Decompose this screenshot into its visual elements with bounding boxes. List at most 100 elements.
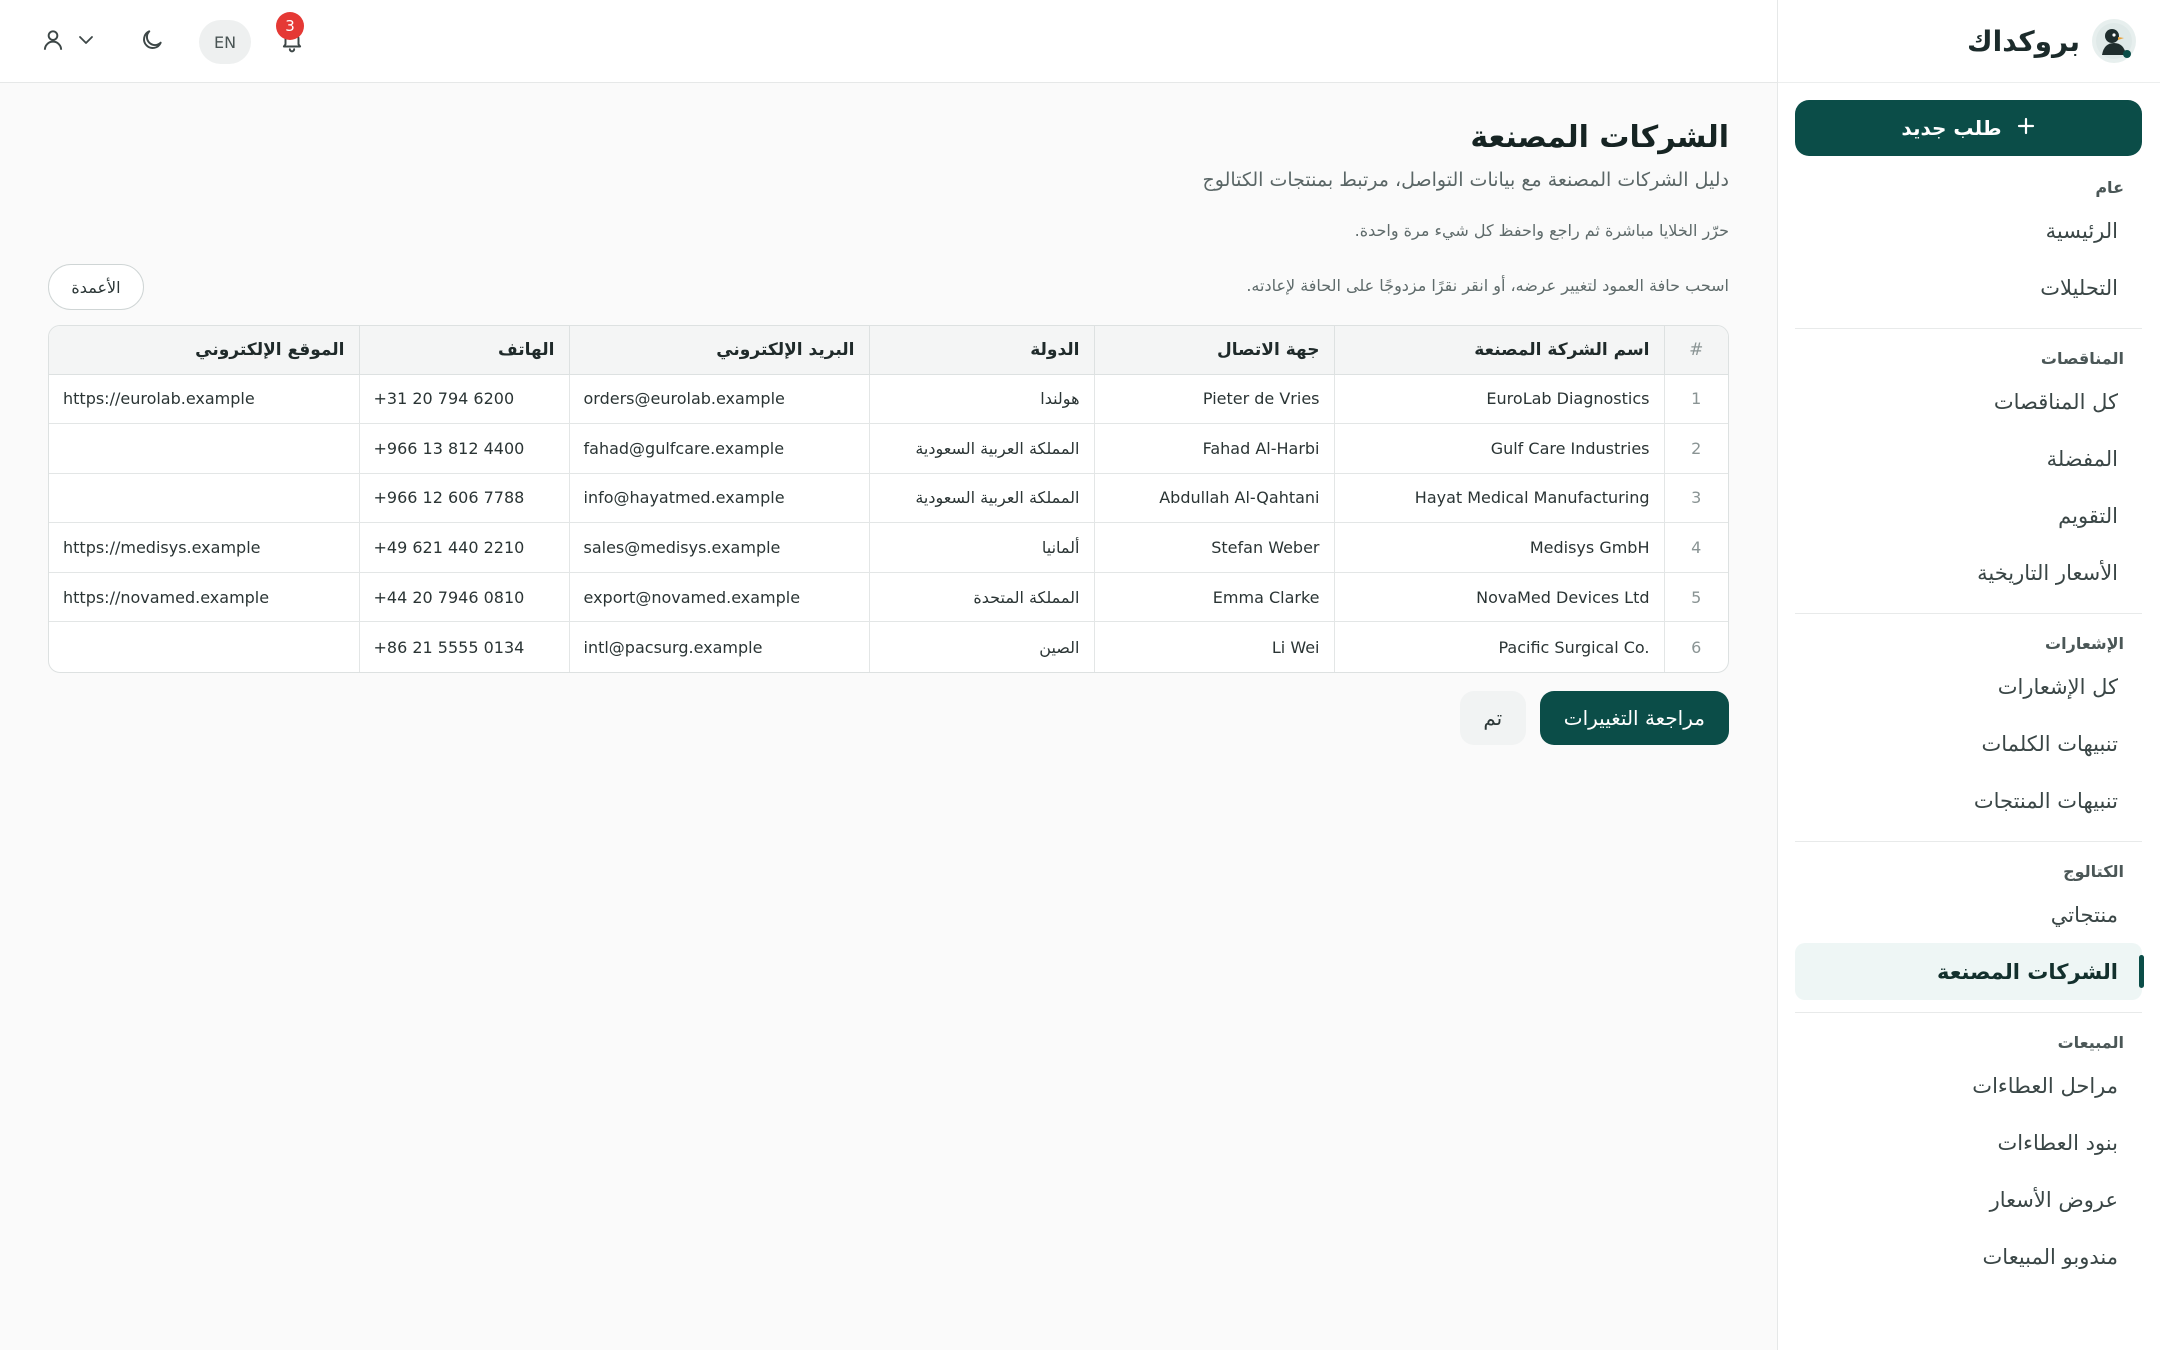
cell-name[interactable]: Gulf Care Industries xyxy=(1333,423,1664,474)
page-title: الشركات المصنعة xyxy=(1470,120,1729,155)
sidebar-item-manufacturers[interactable]: الشركات المصنعة xyxy=(1795,943,2144,1000)
user-menu[interactable] xyxy=(30,20,106,64)
cell-phone[interactable]: +31 20 794 6200 xyxy=(358,374,569,425)
cell-email[interactable]: info@hayatmed.example xyxy=(568,473,869,524)
cell-country[interactable]: ألمانيا xyxy=(868,522,1094,573)
brand[interactable]: بروكداك xyxy=(1778,0,2160,83)
nav-section-sales: المبيعات مراحل العطاءات بنود العطاءات عر… xyxy=(1795,1027,2142,1297)
row-index: 6 xyxy=(1663,621,1728,672)
cell-website[interactable]: https://eurolab.example xyxy=(49,374,359,425)
row-index: 5 xyxy=(1663,572,1728,623)
done-button[interactable]: تم xyxy=(1459,691,1526,745)
cell-contact[interactable]: Abdullah Al-Qahtani xyxy=(1093,473,1334,524)
column-header-phone[interactable]: الهاتف xyxy=(358,326,569,375)
cell-country[interactable]: هولندا xyxy=(868,374,1094,425)
cell-country[interactable]: المملكة العربية السعودية xyxy=(868,473,1094,524)
sidebar-item-quotes[interactable]: عروض الأسعار xyxy=(1795,1171,2142,1228)
nav-section-general: عام الرئيسية التحليلات xyxy=(1795,172,2142,329)
cell-email[interactable]: export@novamed.example xyxy=(568,572,869,623)
nav-section-title: الإشعارات xyxy=(2045,634,2124,653)
sidebar-item-bid-stages[interactable]: مراحل العطاءات xyxy=(1795,1057,2142,1114)
sidebar-item-product-alerts[interactable]: تنبيهات المنتجات xyxy=(1795,772,2142,829)
sidebar-item-analytics[interactable]: التحليلات xyxy=(1795,259,2142,316)
table-row: 4 Medisys GmbH Stefan Weber ألمانيا sale… xyxy=(49,522,1728,573)
cell-contact[interactable]: Pieter de Vries xyxy=(1093,374,1334,425)
plus-icon xyxy=(2016,116,2036,141)
nav-section-title: المناقصات xyxy=(2040,349,2124,368)
table-header-row: # اسم الشركة المصنعة جهة الاتصال الدولة … xyxy=(49,326,1728,375)
theme-toggle[interactable] xyxy=(130,20,174,64)
sidebar-item-historical-prices[interactable]: الأسعار التاريخية xyxy=(1795,544,2142,601)
sidebar-item-calendar[interactable]: التقويم xyxy=(1795,487,2142,544)
cell-email[interactable]: intl@pacsurg.example xyxy=(568,621,869,672)
sidebar-item-all-tenders[interactable]: كل المناقصات xyxy=(1795,373,2142,430)
cell-name[interactable]: EuroLab Diagnostics xyxy=(1333,374,1664,425)
column-header-name[interactable]: اسم الشركة المصنعة xyxy=(1333,326,1664,375)
cell-name[interactable]: Pacific Surgical Co. xyxy=(1333,621,1664,672)
column-header-contact[interactable]: جهة الاتصال xyxy=(1093,326,1334,375)
cell-contact[interactable]: Li Wei xyxy=(1093,621,1334,672)
column-header-website[interactable]: الموقع الإلكتروني xyxy=(49,326,359,375)
row-index: 2 xyxy=(1663,423,1728,474)
nav-section-title: المبيعات xyxy=(2057,1033,2124,1052)
cell-email[interactable]: orders@eurolab.example xyxy=(568,374,869,425)
cell-phone[interactable]: +44 20 7946 0810 xyxy=(358,572,569,623)
notification-count-badge: 3 xyxy=(276,12,304,40)
cell-website[interactable]: https://novamed.example xyxy=(49,572,359,623)
cell-country[interactable]: المملكة المتحدة xyxy=(868,572,1094,623)
cell-website[interactable] xyxy=(49,473,359,524)
cell-phone[interactable]: +49 621 440 2210 xyxy=(358,522,569,573)
cell-email[interactable]: fahad@gulfcare.example xyxy=(568,423,869,474)
chevron-down-icon xyxy=(76,30,96,54)
moon-icon xyxy=(139,27,165,57)
table-row: 3 Hayat Medical Manufacturing Abdullah A… xyxy=(49,473,1728,524)
cell-name[interactable]: Medisys GmbH xyxy=(1333,522,1664,573)
table-row: 6 Pacific Surgical Co. Li Wei الصين intl… xyxy=(49,621,1728,672)
row-index: 3 xyxy=(1663,473,1728,524)
table-row: 2 Gulf Care Industries Fahad Al-Harbi ال… xyxy=(49,423,1728,474)
cell-phone[interactable]: +86 21 5555 0134 xyxy=(358,621,569,672)
cell-phone[interactable]: +966 13 812 4400 xyxy=(358,423,569,474)
nav-section-title: عام xyxy=(2095,178,2124,197)
sidebar-item-home[interactable]: الرئيسية xyxy=(1795,202,2142,259)
sidebar-item-favorites[interactable]: المفضلة xyxy=(1795,430,2142,487)
cell-contact[interactable]: Emma Clarke xyxy=(1093,572,1334,623)
cell-contact[interactable]: Fahad Al-Harbi xyxy=(1093,423,1334,474)
columns-button[interactable]: الأعمدة xyxy=(48,264,144,310)
nav-section-catalog: الكتالوج منتجاتي الشركات المصنعة xyxy=(1795,856,2144,1013)
cell-name[interactable]: NovaMed Devices Ltd xyxy=(1333,572,1664,623)
topbar: 3 EN xyxy=(0,0,1777,83)
language-toggle[interactable]: EN xyxy=(199,20,251,64)
cell-website[interactable] xyxy=(49,622,359,672)
sidebar-item-my-products[interactable]: منتجاتي xyxy=(1795,886,2142,943)
sidebar-item-bid-items[interactable]: بنود العطاءات xyxy=(1795,1114,2142,1171)
row-index: 4 xyxy=(1663,522,1728,573)
new-request-label: طلب جديد xyxy=(1901,116,2002,140)
notifications-button[interactable]: 3 xyxy=(270,12,314,64)
new-request-button[interactable]: طلب جديد xyxy=(1795,100,2142,156)
cell-country[interactable]: المملكة العربية السعودية xyxy=(868,423,1094,474)
sidebar-item-sales-reps[interactable]: مندوبو المبيعات xyxy=(1795,1228,2142,1285)
column-header-email[interactable]: البريد الإلكتروني xyxy=(568,326,869,375)
manufacturers-table: # اسم الشركة المصنعة جهة الاتصال الدولة … xyxy=(48,325,1729,673)
cell-website[interactable] xyxy=(49,423,359,474)
review-changes-button[interactable]: مراجعة التغييرات xyxy=(1539,691,1729,745)
page-subtitle: دليل الشركات المصنعة مع بيانات التواصل، … xyxy=(1202,169,1730,191)
cell-phone[interactable]: +966 12 606 7788 xyxy=(358,473,569,524)
cell-website[interactable]: https://medisys.example xyxy=(49,522,359,573)
cell-country[interactable]: الصين xyxy=(868,621,1094,672)
brand-name: بروكداك xyxy=(1966,24,2080,58)
cell-name[interactable]: Hayat Medical Manufacturing xyxy=(1333,473,1664,524)
sidebar: بروكداك طلب جديد عام الرئيسية التحليلات … xyxy=(1777,0,2160,1350)
resize-hint: اسحب حافة العمود لتغيير عرضه، أو انقر نق… xyxy=(1246,276,1729,295)
nav-section-notifications: الإشعارات كل الإشعارات تنبيهات الكلمات ت… xyxy=(1795,628,2142,842)
row-index: 1 xyxy=(1663,374,1728,425)
sidebar-item-keyword-alerts[interactable]: تنبيهات الكلمات xyxy=(1795,715,2142,772)
column-header-country[interactable]: الدولة xyxy=(868,326,1094,375)
sidebar-item-all-notifications[interactable]: كل الإشعارات xyxy=(1795,658,2142,715)
cell-contact[interactable]: Stefan Weber xyxy=(1093,522,1334,573)
duck-logo-icon xyxy=(2092,19,2136,63)
nav-section-title: الكتالوج xyxy=(2063,862,2124,881)
column-header-index: # xyxy=(1663,326,1728,375)
cell-email[interactable]: sales@medisys.example xyxy=(568,522,869,573)
